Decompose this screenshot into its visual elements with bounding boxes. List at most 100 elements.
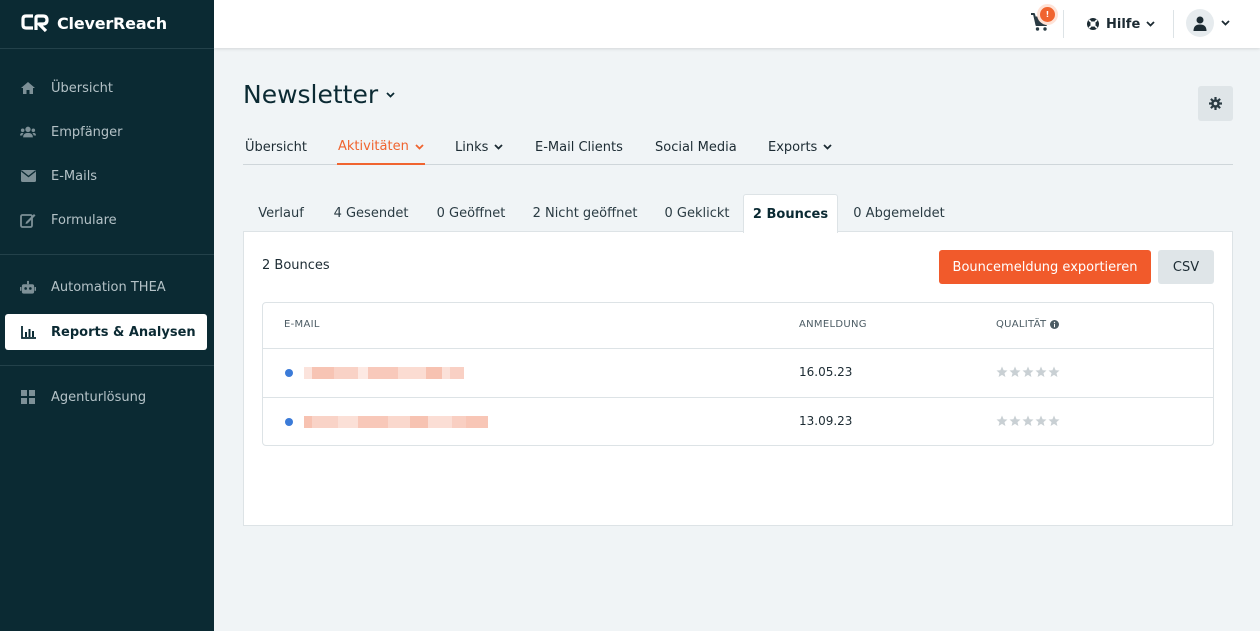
- help-label: Hilfe: [1106, 16, 1141, 32]
- column-header-label: E-MAIL: [284, 319, 320, 330]
- registration-date: 13.09.23: [799, 414, 853, 428]
- star-icon: [1048, 366, 1060, 377]
- star-icon: [1009, 415, 1021, 426]
- sidebar-divider: [0, 365, 214, 366]
- star-icon: [1035, 366, 1047, 377]
- star-icon: [1009, 366, 1021, 377]
- sidebar-item-emails[interactable]: E-Mails: [5, 158, 207, 194]
- grid-icon: [20, 389, 36, 405]
- tab-activities[interactable]: Aktivitäten: [337, 130, 425, 165]
- envelope-icon: [20, 168, 36, 184]
- bounces-panel: 2 Bounces Bouncemeldung exportieren CSV …: [243, 231, 1233, 526]
- topbar-divider: [1173, 10, 1174, 38]
- sidebar-item-label: Empfänger: [51, 124, 123, 140]
- tab-label: Exports: [768, 139, 818, 155]
- sidebar-item-label: Übersicht: [51, 80, 113, 96]
- tab-links[interactable]: Links: [454, 130, 504, 164]
- gear-icon: [1209, 97, 1222, 110]
- sidebar-item-overview[interactable]: Übersicht: [5, 70, 207, 106]
- email-redacted: [304, 416, 488, 428]
- user-icon: [1193, 16, 1207, 31]
- cleverreach-logo-icon: [21, 14, 49, 33]
- star-icon: [996, 415, 1008, 426]
- tab-label: Aktivitäten: [338, 139, 409, 154]
- registration-date: 16.05.23: [799, 365, 853, 379]
- star-icon: [1022, 415, 1034, 426]
- lifebuoy-icon: [1087, 18, 1099, 30]
- subtab-opened[interactable]: 0 Geöffnet: [425, 194, 517, 232]
- sidebar-item-label: E-Mails: [51, 168, 98, 184]
- sidebar-item-label: Formulare: [51, 212, 117, 228]
- quality-rating: [996, 366, 1060, 378]
- chevron-down-icon: [1221, 20, 1230, 26]
- status-dot: [285, 369, 293, 377]
- email-redacted: [304, 367, 464, 379]
- chevron-down-icon: [494, 144, 504, 150]
- star-icon: [996, 366, 1008, 377]
- chevron-down-icon: [1146, 21, 1155, 27]
- column-header-label: ANMELDUNG: [799, 319, 867, 330]
- topbar: ! Hilfe: [214, 0, 1260, 48]
- sidebar-item-agency[interactable]: Agenturlösung: [5, 379, 207, 415]
- user-menu[interactable]: [1186, 8, 1230, 38]
- tab-label: Links: [455, 139, 489, 155]
- bounces-table: E-MAIL ANMELDUNG QUALITÄT 16.05.23 13.09…: [262, 302, 1214, 446]
- star-icon: [1035, 415, 1047, 426]
- logo-text: CleverReach: [57, 13, 167, 33]
- report-nav: Übersicht Aktivitäten Links E-Mail Clien…: [243, 130, 1233, 165]
- chevron-down-icon: [386, 91, 395, 98]
- tab-social-media[interactable]: Social Media: [654, 130, 738, 164]
- csv-button[interactable]: CSV: [1158, 250, 1214, 284]
- sidebar-divider: [0, 254, 214, 255]
- chevron-down-icon: [823, 144, 832, 150]
- star-icon: [1048, 415, 1060, 426]
- quality-rating: [996, 415, 1060, 427]
- robot-icon: [20, 279, 36, 295]
- subtab-unsubscribed[interactable]: 0 Abgemeldet: [841, 194, 957, 232]
- sidebar-item-recipients[interactable]: Empfänger: [5, 114, 207, 150]
- avatar: [1186, 9, 1214, 37]
- star-icon: [1022, 366, 1034, 377]
- tab-label: Übersicht: [245, 139, 307, 155]
- result-count: 2 Bounces: [262, 258, 330, 273]
- subtab-sent[interactable]: 4 Gesendet: [323, 194, 419, 232]
- subtab-bounces[interactable]: 2 Bounces: [743, 194, 838, 233]
- column-header-email[interactable]: E-MAIL: [284, 319, 320, 330]
- table-row[interactable]: 13.09.23: [263, 397, 1213, 446]
- sidebar: CleverReach Übersicht Empfänger E-Mails …: [0, 0, 214, 631]
- help-menu[interactable]: Hilfe: [1086, 14, 1155, 34]
- status-dot: [285, 418, 293, 426]
- column-header-registration[interactable]: ANMELDUNG: [799, 319, 867, 330]
- tab-overview[interactable]: Übersicht: [244, 130, 308, 164]
- sidebar-item-reports[interactable]: Reports & Analysen: [5, 314, 207, 350]
- tab-label: E-Mail Clients: [535, 139, 623, 155]
- export-bounces-button[interactable]: Bouncemeldung exportieren: [939, 250, 1151, 284]
- column-header-quality[interactable]: QUALITÄT: [996, 319, 1060, 330]
- tab-exports[interactable]: Exports: [767, 130, 833, 164]
- subtab-clicked[interactable]: 0 Geklickt: [653, 194, 741, 232]
- cart-badge: !: [1040, 7, 1055, 22]
- sidebar-item-automation[interactable]: Automation THEA: [5, 269, 207, 305]
- settings-button[interactable]: [1198, 86, 1233, 121]
- tab-email-clients[interactable]: E-Mail Clients: [534, 130, 624, 164]
- sidebar-item-label: Reports & Analysen: [51, 324, 196, 340]
- form-edit-icon: [20, 212, 36, 228]
- sidebar-divider: [0, 48, 214, 49]
- users-icon: [20, 124, 36, 140]
- logo[interactable]: CleverReach: [21, 12, 167, 34]
- page-title-text: Newsletter: [243, 80, 379, 109]
- chevron-down-icon: [415, 143, 424, 150]
- table-row[interactable]: 16.05.23: [263, 348, 1213, 397]
- column-header-label: QUALITÄT: [996, 319, 1047, 330]
- topbar-divider: [1063, 10, 1064, 38]
- sidebar-item-label: Automation THEA: [51, 279, 166, 295]
- subtab-not-opened[interactable]: 2 Nicht geöffnet: [523, 194, 647, 232]
- sidebar-item-forms[interactable]: Formulare: [5, 202, 207, 238]
- page-title[interactable]: Newsletter: [243, 80, 395, 109]
- sidebar-item-label: Agenturlösung: [51, 389, 147, 405]
- subtab-history[interactable]: Verlauf: [243, 194, 319, 232]
- chart-bar-icon: [20, 324, 36, 340]
- tab-label: Social Media: [655, 139, 737, 155]
- home-icon: [20, 80, 36, 96]
- info-icon[interactable]: [1050, 320, 1060, 329]
